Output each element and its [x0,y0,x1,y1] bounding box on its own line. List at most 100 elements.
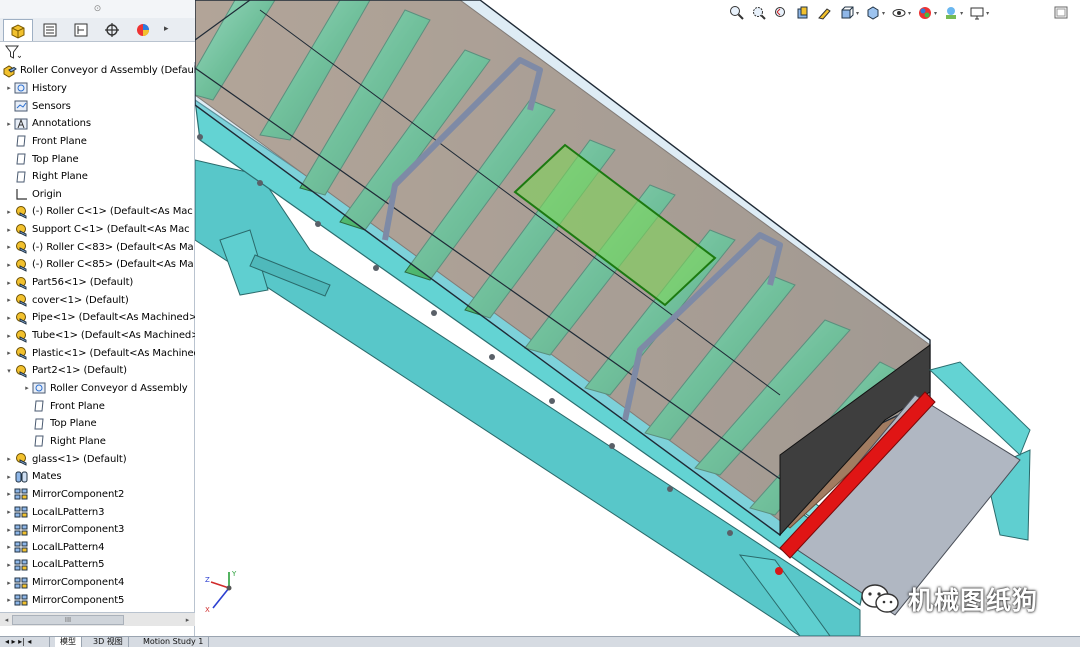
tree-item[interactable]: ▸ cover<1> (Default) [0,291,195,309]
tree-item[interactable]: Front Plane [0,397,195,415]
tree-item[interactable]: ▸ (-) Roller C<83> (Default<As Ma [0,239,195,257]
hide-show-caret[interactable]: ▾ [908,10,911,17]
tree-item[interactable]: Right Plane [0,168,195,186]
tab-model[interactable]: 模型 [55,637,82,647]
pane-grip[interactable]: ⊙ [0,0,195,18]
expand-toggle[interactable]: ▸ [4,226,14,234]
part-icon [14,452,29,466]
expand-toggle[interactable]: ▸ [4,84,14,92]
tree-horizontal-scrollbar[interactable]: ◂ III ▸ [0,612,195,626]
tree-item[interactable]: ▸ Plastic<1> (Default<As Machined [0,344,195,362]
expand-toggle[interactable]: ▸ [4,243,14,251]
tab-motion-study-1[interactable]: Motion Study 1 [138,637,210,647]
view-settings-button[interactable] [967,4,987,22]
tree-item-label: LocalLPattern4 [32,541,105,553]
view-orientation-button[interactable] [837,4,857,22]
tree-item[interactable]: Right Plane [0,433,195,451]
expand-toggle[interactable]: ▸ [4,208,14,216]
tree-item[interactable]: ▸ Mates [0,468,195,486]
tree-item[interactable]: ▸ MirrorComponent3 [0,521,195,539]
tree-item[interactable]: ▸ (-) Roller C<1> (Default<As Mac [0,203,195,221]
tree-item[interactable]: ▸ Support C<1> (Default<As Mac [0,221,195,239]
tab-nav-arrows[interactable]: ◂ ▸ ▸| ◂ [0,637,50,647]
tree-item[interactable]: ▸ glass<1> (Default) [0,450,195,468]
tree-item[interactable]: Sensors [0,97,195,115]
tree-item[interactable]: ▸ MirrorComponent2 [0,486,195,504]
display-style-button[interactable] [863,4,883,22]
tree-item-label: Top Plane [50,418,97,430]
scroll-right-arrow[interactable]: ▸ [182,614,193,626]
expand-toggle[interactable]: ▸ [4,526,14,534]
tree-item[interactable]: ▸ MirrorComponent4 [0,574,195,592]
tree-item[interactable]: ▸ Part56<1> (Default) [0,274,195,292]
tree-item-label: Right Plane [50,435,106,447]
edit-appearance-button[interactable] [915,4,935,22]
expand-toggle[interactable]: ▸ [4,473,14,481]
tree-item-label: (-) Roller C<1> (Default<As Mac [32,206,193,218]
tree-item[interactable]: Front Plane [0,133,195,151]
graphics-area[interactable]: ▾ ▾ ▾ ▾ ▾ ▾ [195,0,1080,636]
previous-view-button[interactable] [771,4,791,22]
expand-toggle[interactable]: ▸ [4,332,14,340]
filter-icon[interactable] [5,45,21,60]
expand-toggle[interactable]: ▸ [4,120,14,128]
expand-toggle[interactable]: ▸ [4,561,14,569]
expand-toggle[interactable]: ▸ [4,455,14,463]
scroll-thumb[interactable]: III [12,615,124,625]
tree-item[interactable]: ▸ (-) Roller C<85> (Default<As Ma [0,256,195,274]
tree-item[interactable]: ▸ History [0,80,195,98]
tree-item[interactable]: ▸ Tube<1> (Default<As Machined> [0,327,195,345]
tab-property-manager[interactable] [35,19,65,41]
hide-show-items-button[interactable] [889,4,909,22]
tab-display-manager[interactable] [128,19,158,41]
expand-toggle[interactable]: ▸ [4,543,14,551]
expand-toggle[interactable]: ▸ [4,596,14,604]
expand-toggle[interactable]: ▸ [4,579,14,587]
tree-item[interactable]: ▸ LocalLPattern5 [0,556,195,574]
tree-item[interactable]: ▸ MirrorComponent5 [0,592,195,610]
tab-dimxpert-manager[interactable] [97,19,127,41]
edit-appearance-caret[interactable]: ▾ [934,10,937,17]
expand-toggle[interactable]: ▸ [4,279,14,287]
scroll-left-arrow[interactable]: ◂ [1,614,12,626]
expand-toggle[interactable]: ▸ [4,508,14,516]
tree-item[interactable]: Top Plane [0,415,195,433]
tree-item[interactable]: ▸ Annotations [0,115,195,133]
expand-toggle[interactable]: ▸ [4,490,14,498]
tree-item[interactable]: ▸ LocalLPattern3 [0,503,195,521]
expand-toggle[interactable]: ▸ [4,261,14,269]
section-view-button[interactable] [793,4,813,22]
expand-toggle[interactable]: ▸ [22,384,32,392]
tree-item[interactable]: Origin [0,186,195,204]
conveyor-model[interactable] [195,0,1080,636]
tree-item[interactable]: Top Plane [0,150,195,168]
tree-item[interactable]: Roller Conveyor d Assembly (Default [0,62,195,80]
zoom-to-fit-button[interactable] [727,4,747,22]
apply-scene-button[interactable] [941,4,961,22]
pattern-icon [14,540,29,554]
tree-item-label: Right Plane [32,171,88,183]
tab-feature-manager[interactable] [3,19,33,41]
tree-item[interactable]: ▾ Part2<1> (Default) [0,362,195,380]
tree-item[interactable]: ▸ Pipe<1> (Default<As Machined> [0,309,195,327]
view-settings-caret[interactable]: ▾ [986,10,989,17]
display-style-caret[interactable]: ▾ [882,10,885,17]
expand-toggle[interactable]: ▸ [4,349,14,357]
tree-item-label: Mates [32,471,62,483]
sensors-folder-icon [14,99,29,113]
tree-item-label: Sensors [32,100,71,112]
apply-scene-caret[interactable]: ▾ [960,10,963,17]
expand-toggle[interactable]: ▸ [4,314,14,322]
tree-item[interactable]: ▸ Roller Conveyor d Assembly [0,380,195,398]
restore-window-icon[interactable] [1054,6,1068,19]
tab-3d-views[interactable]: 3D 视图 [88,637,129,647]
view-orientation-caret[interactable]: ▾ [856,10,859,17]
zoom-to-area-button[interactable] [749,4,769,22]
expand-toggle[interactable]: ▾ [4,367,14,375]
tab-configuration-manager[interactable] [66,19,96,41]
dynamic-annotation-button[interactable] [815,4,835,22]
tree-item[interactable]: ▸ LocalLPattern4 [0,539,195,557]
more-tabs-icon[interactable]: ▸ [164,24,169,34]
feature-manager-pane: ⊙ ▸ Roller Conveyor d Assembly (Default … [0,0,195,636]
expand-toggle[interactable]: ▸ [4,296,14,304]
